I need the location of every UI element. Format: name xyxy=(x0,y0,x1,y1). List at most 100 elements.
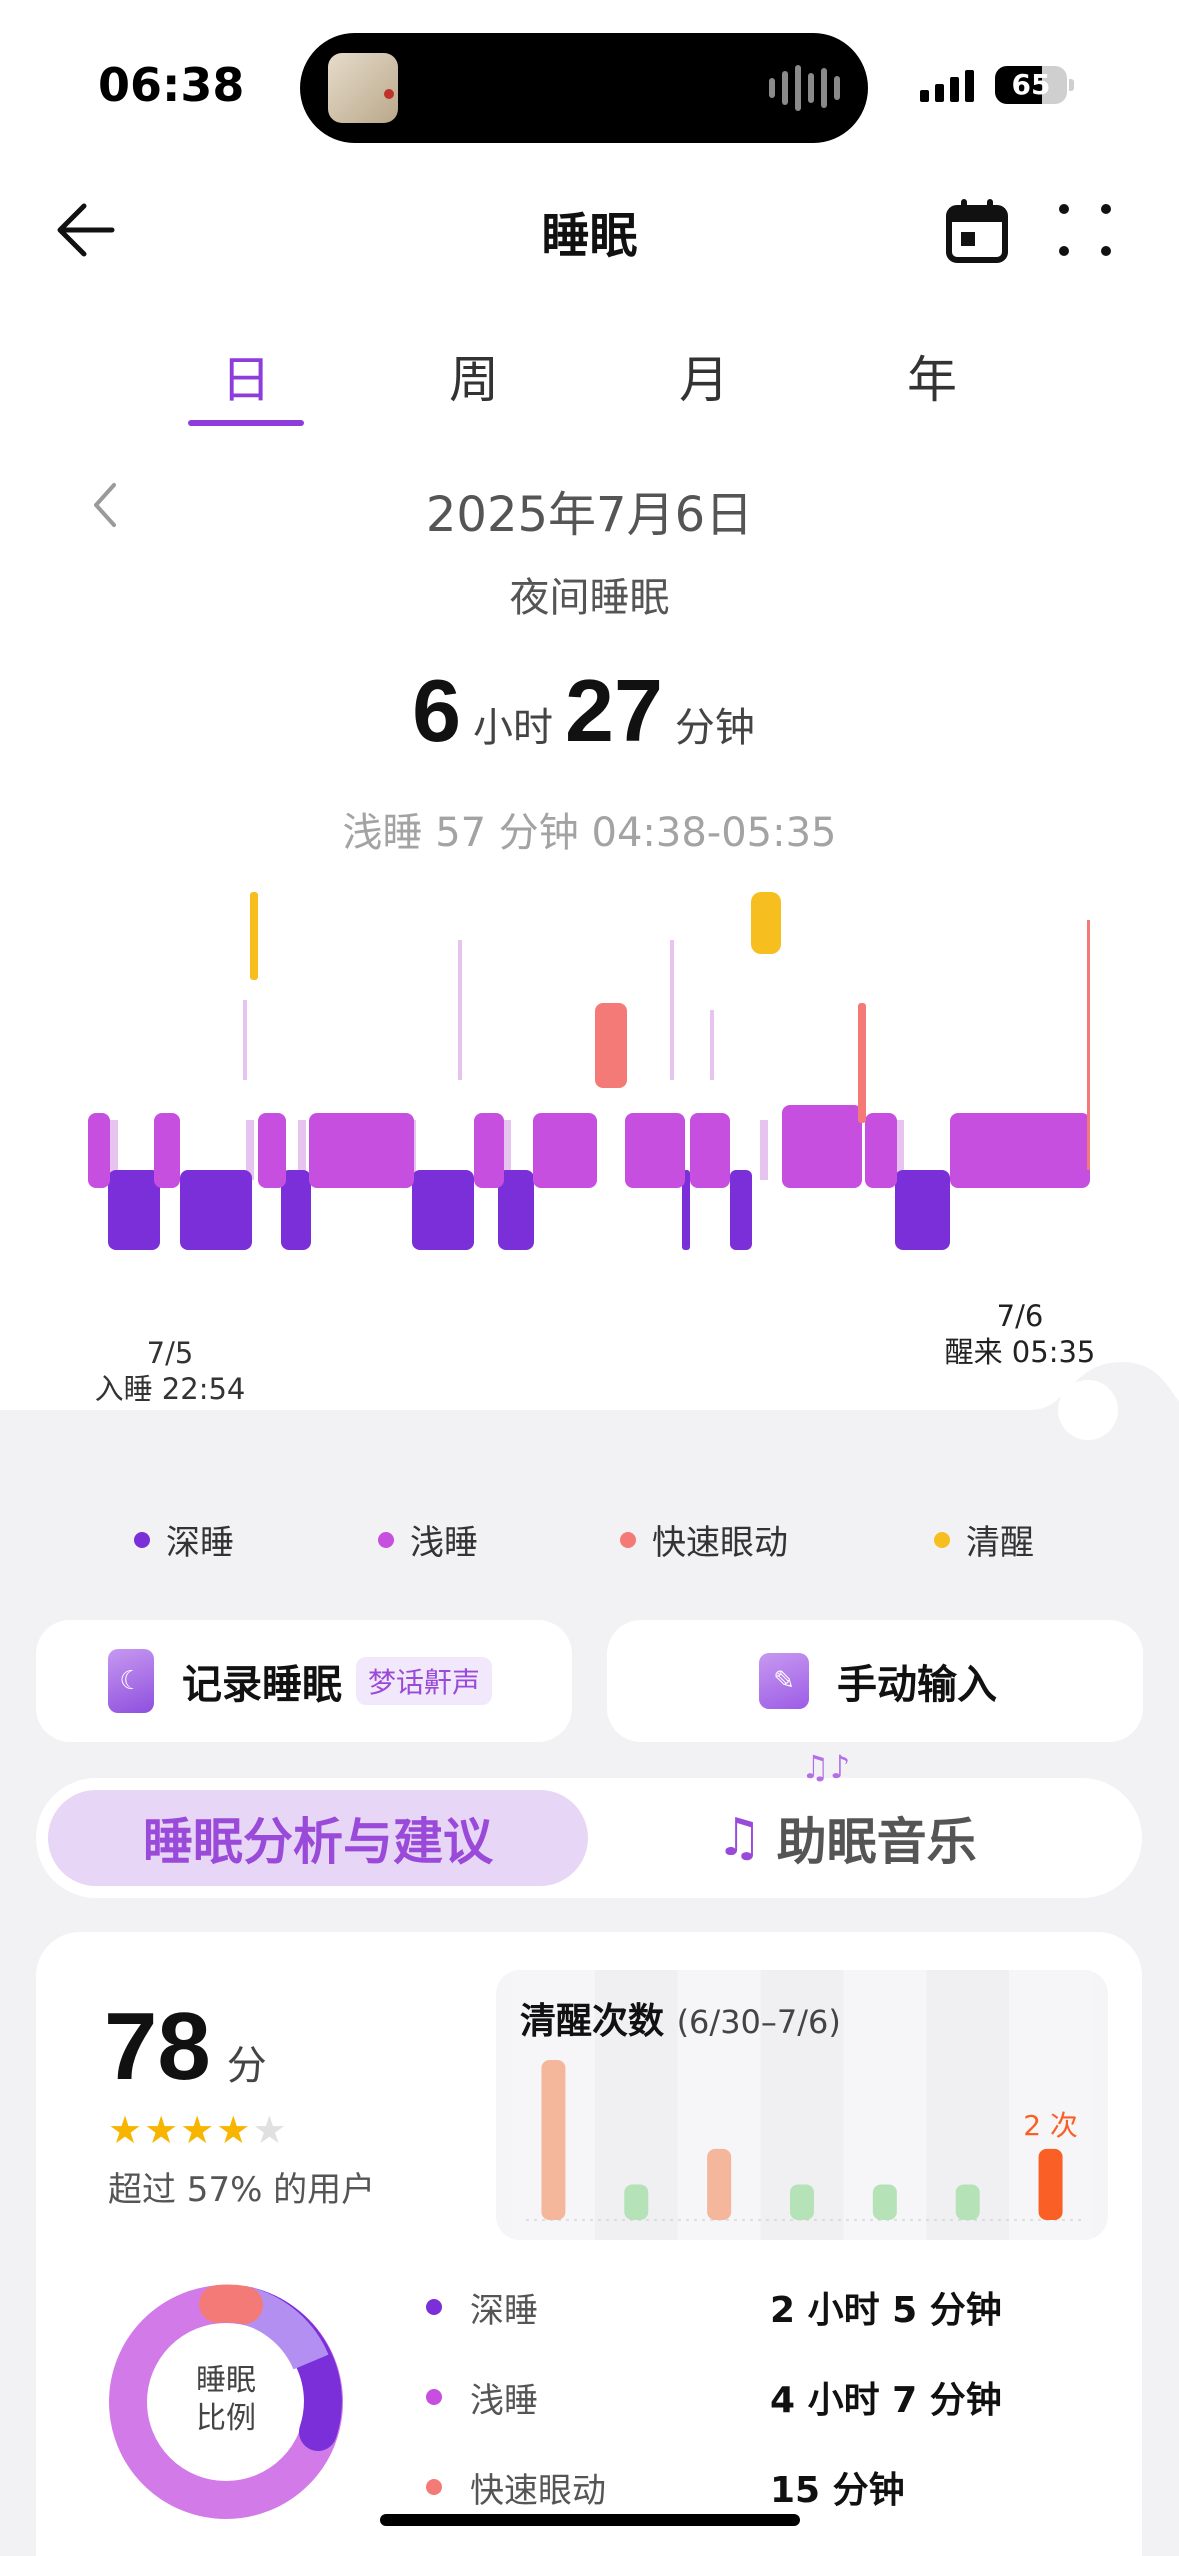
stage-deep xyxy=(412,1170,474,1250)
stage-deep xyxy=(895,1170,950,1250)
record-sleep-label: 记录睡眠 xyxy=(182,1662,342,1708)
dynamic-island[interactable] xyxy=(300,33,868,143)
score-unit: 分 xyxy=(226,2044,267,2088)
sleep-summary-panel: 06:38 65 睡眠 日 周 月 年 2025年7月6日 夜间睡眠 6 小时 … xyxy=(0,0,1179,1410)
legend-light: 浅睡 xyxy=(378,1515,478,1564)
sleep-score: 78 分 xyxy=(104,1992,267,2102)
sleep-analysis-card[interactable]: 78 分 ★★★★★ 超过 57% 的用户 2 次 清醒次数 (6/30–7/6)… xyxy=(36,1932,1142,2556)
legend-deep: 深睡 xyxy=(134,1515,234,1564)
audio-waveform-icon xyxy=(769,65,840,111)
awake-count-title: 清醒次数 (6/30–7/6) xyxy=(520,2001,841,2042)
awake-bar-7/2 xyxy=(707,2148,732,2220)
awake-segments xyxy=(250,892,781,980)
sleep-music-label: 助眠音乐 xyxy=(776,1813,977,1871)
stage-rem xyxy=(858,1003,866,1123)
star-filled-icon: ★ xyxy=(216,2108,253,2152)
awake-bar-7/3 xyxy=(790,2184,814,2220)
minutes-unit: 分钟 xyxy=(674,705,755,751)
star-empty-icon: ★ xyxy=(252,2108,289,2152)
battery-level: 65 xyxy=(1011,68,1051,101)
now-playing-app-icon xyxy=(328,53,398,123)
stage-light xyxy=(533,1113,597,1188)
stage-deep xyxy=(108,1170,160,1250)
sleep-start-label: 7/5 入睡 22:54 xyxy=(80,1335,260,1407)
sleep-stage-chart[interactable] xyxy=(80,880,1100,1310)
tab-week[interactable]: 周 xyxy=(414,340,534,412)
edit-note-icon: ✎ xyxy=(759,1653,809,1709)
awake-count-range: (6/30–7/6) xyxy=(676,2003,841,2041)
stage-light xyxy=(309,1113,414,1188)
stage-awake xyxy=(250,892,258,980)
stage-light xyxy=(154,1113,180,1188)
stage-light xyxy=(474,1113,504,1188)
home-indicator[interactable] xyxy=(380,2514,800,2526)
wake-up-date: 7/6 xyxy=(996,1299,1044,1333)
donut-rem xyxy=(199,2284,263,2324)
tab-sleep-music[interactable]: ♫ 助眠音乐 xyxy=(716,1790,977,1886)
star-filled-icon: ★ xyxy=(144,2108,181,2152)
tab-month[interactable]: 月 xyxy=(644,340,764,412)
sleep-record-icon: ☾ xyxy=(108,1649,154,1713)
battery-icon: 65 xyxy=(995,66,1067,104)
hours-unit: 小时 xyxy=(473,705,554,751)
record-sleep-button[interactable]: ☾ 记录睡眠 梦话鼾声 xyxy=(36,1620,572,1742)
stage-awake xyxy=(751,892,781,954)
legend-awake: 清醒 xyxy=(934,1515,1034,1564)
panel-notch xyxy=(1030,1362,1179,1442)
music-note-icon: ♫ xyxy=(716,1808,763,1868)
stage-light xyxy=(865,1113,897,1188)
calendar-icon xyxy=(946,199,1008,263)
tab-sleep-analysis[interactable]: 睡眠分析与建议 xyxy=(48,1790,588,1886)
score-stars: ★★★★★ xyxy=(108,2108,288,2152)
calendar-button[interactable] xyxy=(942,196,1012,266)
stage-rem xyxy=(595,1003,627,1088)
donut-center-label: 睡眠 比例 xyxy=(196,2363,256,2436)
manual-input-button[interactable]: ✎ 手动输入 xyxy=(607,1620,1143,1742)
sleep-stage-legend: 深睡 浅睡 快速眼动 清醒 xyxy=(0,1515,1179,1565)
stage-light xyxy=(88,1113,110,1188)
legend-rem: 快速眼动 xyxy=(620,1515,788,1564)
awake-today-label: 2 次 xyxy=(1023,2109,1078,2142)
stage-light xyxy=(625,1113,685,1188)
analysis-music-switch: 睡眠分析与建议 ♫ 助眠音乐 ♫♪ xyxy=(36,1748,1142,1898)
more-dots-icon xyxy=(1059,204,1111,256)
star-filled-icon: ★ xyxy=(108,2108,145,2152)
awake-bar-7/5 xyxy=(955,2184,980,2220)
awake-bar-7/6 xyxy=(1038,2148,1063,2220)
wake-up-label: 7/6 醒来 05:35 xyxy=(920,1298,1120,1370)
duration-hours: 6 xyxy=(412,661,462,760)
floating-notes-icon: ♫♪ xyxy=(801,1748,851,1786)
stage-deep xyxy=(730,1170,752,1250)
awake-bar-7/4 xyxy=(872,2184,897,2220)
sleep-talk-snore-badge: 梦话鼾声 xyxy=(356,1657,493,1705)
selected-stage-detail: 浅睡 57 分钟 04:38-05:35 xyxy=(342,810,837,856)
session-type: 夜间睡眠 xyxy=(509,575,670,621)
cellular-signal-icon xyxy=(920,68,974,102)
distribution-deep: 深睡 2 小时 5 分钟 xyxy=(426,2282,1126,2332)
stage-light xyxy=(690,1113,730,1188)
score-value: 78 xyxy=(104,1993,211,2100)
manual-input-label: 手动输入 xyxy=(837,1662,997,1708)
distribution-rem: 快速眼动 15 分钟 xyxy=(426,2462,1126,2512)
tab-day[interactable]: 日 xyxy=(186,340,306,412)
selected-date: 2025年7月6日 xyxy=(425,487,754,543)
stage-light xyxy=(258,1113,286,1188)
total-duration: 6 小时 27 分钟 xyxy=(0,660,1179,762)
active-tab-indicator xyxy=(188,420,304,426)
stage-deep xyxy=(180,1170,252,1250)
stage-light xyxy=(950,1113,1090,1188)
star-filled-icon: ★ xyxy=(180,2108,217,2152)
stage-light xyxy=(782,1105,862,1188)
sleep-start-date: 7/5 xyxy=(146,1336,194,1370)
awake-bar-7/1 xyxy=(624,2184,649,2220)
sleep-start-time: 入睡 22:54 xyxy=(94,1372,246,1406)
period-tabs: 日 周 月 年 xyxy=(0,340,1179,430)
awake-bar-6/30 xyxy=(541,2060,566,2220)
status-time: 06:38 xyxy=(98,58,245,112)
distribution-light: 浅睡 4 小时 7 分钟 xyxy=(426,2372,1126,2422)
awake-count-chart[interactable]: 2 次 清醒次数 (6/30–7/6) xyxy=(496,1970,1108,2240)
stage-rem xyxy=(1087,920,1090,1170)
tab-year[interactable]: 年 xyxy=(872,340,992,412)
more-options-button[interactable] xyxy=(1055,200,1115,260)
duration-minutes: 27 xyxy=(565,661,663,760)
